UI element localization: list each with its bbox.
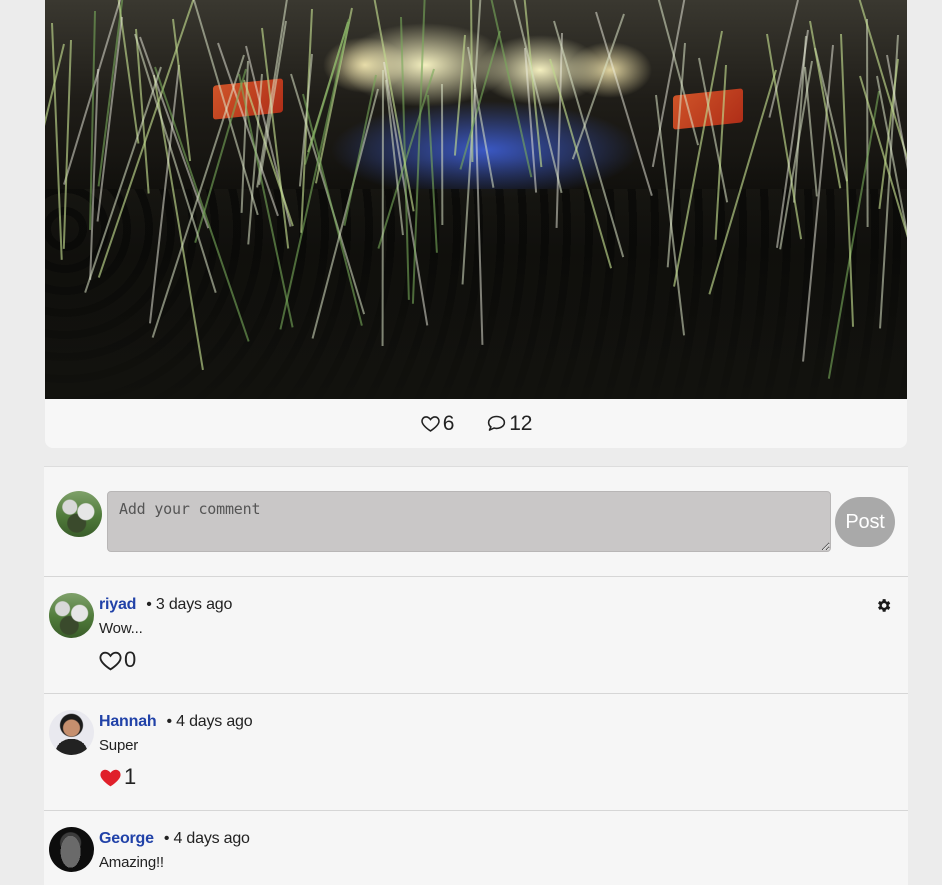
heart-outline-icon xyxy=(421,416,440,432)
comment-text: Wow... xyxy=(99,620,143,637)
comment-compose: Post xyxy=(44,467,908,577)
post-stats: 6 12 xyxy=(45,399,907,448)
comment-like-count: 1 xyxy=(124,881,136,885)
comment-like-button[interactable]: 1 xyxy=(98,764,136,790)
heart-filled-icon xyxy=(98,882,123,885)
current-user-avatar[interactable] xyxy=(56,491,102,537)
post-image[interactable] xyxy=(45,0,907,399)
confetti-streamer xyxy=(440,83,444,226)
post-card: 6 12 xyxy=(45,0,907,448)
heart-filled-icon xyxy=(100,769,121,786)
confetti-streamer xyxy=(381,70,384,347)
comment-like-count: 0 xyxy=(124,647,137,672)
comment-like-button[interactable]: 1 xyxy=(98,881,136,885)
avatar[interactable] xyxy=(49,710,94,755)
comment-like-button[interactable]: 0 xyxy=(98,647,136,673)
comment-item: George • 4 days ago Amazing!! 1 xyxy=(44,811,908,885)
comment-text: Amazing!! xyxy=(99,854,164,871)
comment-item: Hannah • 4 days ago Super 1 xyxy=(44,694,908,811)
avatar[interactable] xyxy=(49,827,94,872)
comment-item: riyad • 3 days ago Wow... 0 xyxy=(44,577,908,694)
comment-timestamp: • 3 days ago xyxy=(146,596,233,613)
comment-username[interactable]: Hannah xyxy=(99,713,157,731)
heart-outline-icon xyxy=(99,651,122,670)
post-comment-button[interactable]: Post xyxy=(835,497,895,547)
comment-input[interactable] xyxy=(107,491,831,552)
comments-section: Post riyad • 3 days ago Wow... 0 Hannah … xyxy=(44,466,908,885)
comment-timestamp: • 4 days ago xyxy=(166,713,253,730)
speech-bubble-icon xyxy=(488,415,506,431)
comment-count: 12 xyxy=(509,411,533,435)
like-button[interactable]: 6 xyxy=(420,412,454,436)
confetti-streamer xyxy=(453,34,466,156)
like-count: 6 xyxy=(442,411,455,435)
confetti-streamer xyxy=(768,0,799,118)
comments-link[interactable]: 12 xyxy=(486,412,532,436)
confetti-streamer xyxy=(459,30,502,170)
comment-timestamp: • 4 days ago xyxy=(163,830,250,847)
gear-icon[interactable] xyxy=(875,597,892,614)
comment-text: Super xyxy=(99,737,139,754)
comment-username[interactable]: riyad xyxy=(99,596,136,614)
comment-like-count: 1 xyxy=(124,764,137,789)
comment-username[interactable]: George xyxy=(99,830,154,848)
avatar[interactable] xyxy=(49,593,94,638)
